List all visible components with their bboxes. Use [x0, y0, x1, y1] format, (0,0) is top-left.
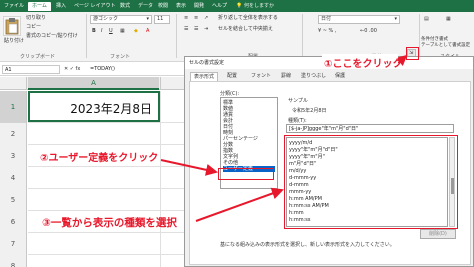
excel-window: ファイル ホーム 挿入 ページ レイアウト 数式 データ 校閲 表示 開発 ヘル… [0, 0, 474, 267]
annotation-step2: ②ユーザー定義をクリック [40, 153, 159, 164]
arrow-step3 [195, 187, 284, 222]
annotation-step1: ①ここをクリック [324, 59, 403, 70]
arrow-step2 [160, 159, 218, 176]
annotation-step3: ③一覧から表示の種類を選択 [42, 217, 177, 229]
